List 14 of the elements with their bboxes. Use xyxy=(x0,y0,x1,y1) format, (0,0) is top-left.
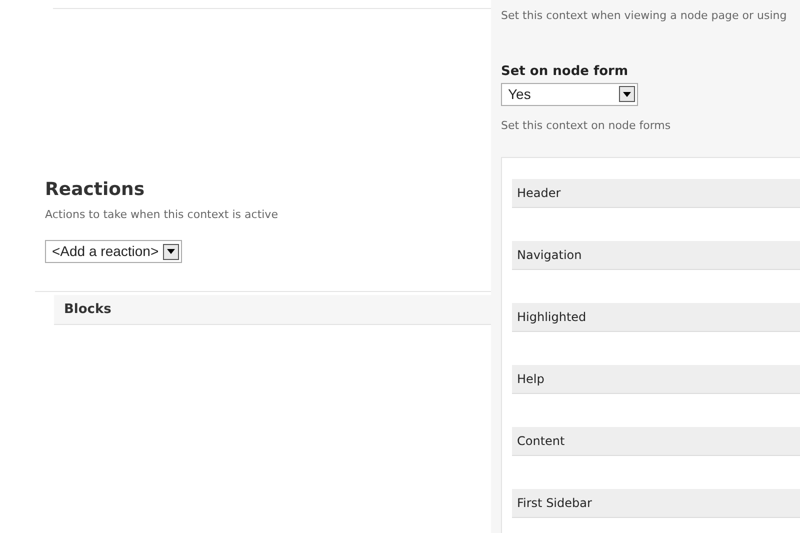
field-label: Set on node form xyxy=(501,64,628,79)
section-title: Reactions xyxy=(45,179,146,201)
region-header[interactable]: Help xyxy=(512,365,800,394)
reaction-select[interactable]: <Add a reaction> xyxy=(45,240,182,264)
region-header[interactable]: Content xyxy=(512,427,800,456)
region-header[interactable]: Header xyxy=(512,179,800,208)
section-header[interactable]: Blocks xyxy=(54,295,491,326)
region-header[interactable]: First Sidebar xyxy=(512,489,800,518)
region-header[interactable]: Navigation xyxy=(512,241,800,270)
region-header[interactable]: Highlighted xyxy=(512,303,800,332)
node-form-select[interactable]: Yes xyxy=(501,82,638,106)
field-description: Set this context when viewing a node page or using xyxy=(501,9,787,22)
section-description: Actions to take when this context is active xyxy=(45,206,279,223)
field-description: Set this context on node forms xyxy=(501,118,671,132)
